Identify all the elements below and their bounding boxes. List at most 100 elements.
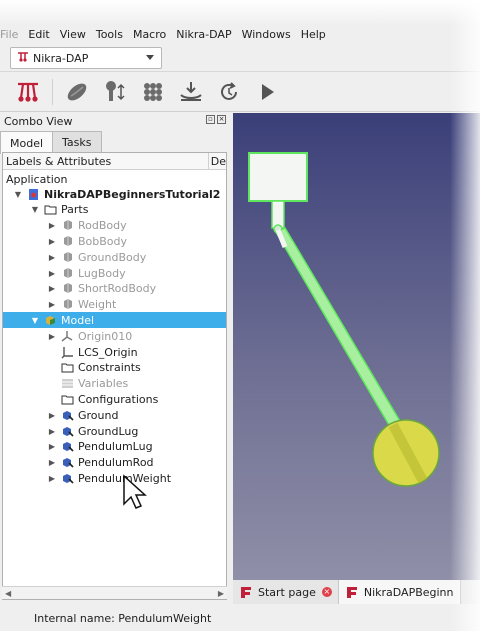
chevron-right-icon[interactable]: ▶ xyxy=(47,411,57,420)
chevron-right-icon[interactable]: ▶ xyxy=(47,269,57,278)
gear-icon xyxy=(60,298,74,312)
close-icon[interactable]: × xyxy=(217,115,226,124)
tree-item-label: GroundLug xyxy=(78,424,139,438)
close-icon[interactable]: × xyxy=(321,587,332,597)
tree-item-label: Configurations xyxy=(78,392,159,406)
tree-item-lugbody[interactable]: ▶ LugBody xyxy=(3,265,226,281)
chevron-right-icon[interactable]: ▶ xyxy=(47,427,57,436)
menu-tools[interactable]: Tools xyxy=(91,28,128,41)
tree-item-label: PendulumLug xyxy=(78,440,153,454)
chevron-right-icon[interactable]: ▶ xyxy=(47,458,57,467)
chevron-right-icon[interactable]: ▶ xyxy=(47,237,57,246)
link-icon xyxy=(60,440,74,454)
reset-icon[interactable] xyxy=(213,76,245,108)
tab-start-page-label: Start page xyxy=(258,585,316,599)
tree-header: Labels & Attributes De xyxy=(3,153,226,170)
chevron-right-icon[interactable]: ▶ xyxy=(47,332,57,341)
tree-item-pendulumrod[interactable]: ▶ PendulumRod xyxy=(3,455,226,471)
menu-bar: File Edit View Tools Macro Nikra-DAP Win… xyxy=(0,24,480,44)
tree-item-pendulumlug[interactable]: ▶ PendulumLug xyxy=(3,439,226,455)
tree-item-configurations[interactable]: Configurations xyxy=(3,391,226,407)
origin-icon xyxy=(60,329,74,343)
scroll-left-icon[interactable]: ◀ xyxy=(5,589,11,598)
menu-help[interactable]: Help xyxy=(296,28,331,41)
tree-horizontal-scrollbar[interactable]: ◀ ▶ xyxy=(2,586,227,599)
tree-item-groundbody[interactable]: ▶ GroundBody xyxy=(3,249,226,265)
chevron-down-icon[interactable]: ▼ xyxy=(30,316,40,325)
tree-item-label: Parts xyxy=(61,203,89,217)
play-icon[interactable] xyxy=(251,76,283,108)
tree-header-labels[interactable]: Labels & Attributes xyxy=(3,153,209,169)
joint-icon[interactable] xyxy=(99,76,131,108)
chevron-right-icon[interactable]: ▶ xyxy=(47,442,57,451)
tree-item-groundlug[interactable]: ▶ GroundLug xyxy=(3,423,226,439)
body-icon[interactable] xyxy=(61,76,93,108)
tree-item-parts[interactable]: ▼ Parts xyxy=(3,202,226,218)
link-icon xyxy=(60,408,74,422)
tree-root-text: Application xyxy=(6,172,68,186)
workbench-selected-label: Nikra-DAP xyxy=(33,51,89,65)
lcs-icon xyxy=(60,345,74,359)
menu-file[interactable]: File xyxy=(0,28,23,41)
tree-item-variables[interactable]: Variables xyxy=(3,376,226,392)
gear-icon xyxy=(60,266,74,280)
tree-item-lcs-origin[interactable]: LCS_Origin xyxy=(3,344,226,360)
chevron-right-icon[interactable]: ▶ xyxy=(47,221,57,230)
float-icon[interactable]: ▫ xyxy=(206,115,215,124)
tree-item-pendulumweight[interactable]: ▶PendulumWeight xyxy=(3,470,226,486)
status-text: Internal name: PendulumWeight xyxy=(34,612,212,625)
tab-document[interactable]: NikraDAPBeginn xyxy=(338,580,461,604)
freecad-icon xyxy=(346,587,357,598)
link-icon xyxy=(60,424,74,438)
chevron-right-icon[interactable]: ▶ xyxy=(47,253,57,262)
tree-item-rodbody[interactable]: ▶ RodBody xyxy=(3,218,226,234)
tree-item-constraints[interactable]: Constraints xyxy=(3,360,226,376)
pendulum-icon[interactable] xyxy=(12,76,44,108)
chevron-right-icon[interactable]: ▶ xyxy=(47,284,57,293)
workbench-row: Nikra-DAP xyxy=(0,44,480,72)
workbench-selector[interactable]: Nikra-DAP xyxy=(10,47,162,69)
ground-icon[interactable] xyxy=(175,76,207,108)
chevron-right-icon[interactable]: ▶ xyxy=(47,474,57,483)
tree-item-label: Origin010 xyxy=(78,329,133,343)
menu-view[interactable]: View xyxy=(55,28,91,41)
tree-header-description[interactable]: De xyxy=(209,153,226,169)
assembly-icon xyxy=(43,313,57,327)
toolbar xyxy=(0,72,480,112)
menu-edit[interactable]: Edit xyxy=(23,28,54,41)
tree-item-model[interactable]: ▼ Model xyxy=(3,312,226,329)
chevron-down-icon[interactable]: ▼ xyxy=(30,205,40,214)
force-icon[interactable] xyxy=(137,76,169,108)
tree-item-label: LCS_Origin xyxy=(78,345,138,359)
tab-model[interactable]: Model xyxy=(0,131,54,154)
combo-view-header: Combo View ▫ × xyxy=(2,113,228,129)
menu-macro[interactable]: Macro xyxy=(128,28,171,41)
combo-view-title: Combo View xyxy=(4,114,73,128)
chevron-down-icon[interactable]: ▼ xyxy=(13,190,23,199)
tree-item-ground[interactable]: ▶ Ground xyxy=(3,407,226,423)
tree-item-bobbody[interactable]: ▶ BobBody xyxy=(3,233,226,249)
tree-item-label: Weight xyxy=(78,298,117,312)
tree-item-weight[interactable]: ▶ Weight xyxy=(3,297,226,313)
document-icon xyxy=(26,187,40,201)
tree-item-label: ShortRodBody xyxy=(78,282,157,296)
tree-item-nikradapbeginnerstutorial2[interactable]: ▼ NikraDAPBeginnersTutorial2 xyxy=(3,186,226,202)
tree-item-label: Constraints xyxy=(78,361,141,375)
chevron-down-icon xyxy=(146,55,154,60)
scroll-right-icon[interactable]: ▶ xyxy=(218,589,224,598)
tree-item-label: PendulumRod xyxy=(78,456,154,470)
menu-nikra-dap[interactable]: Nikra-DAP xyxy=(171,28,236,41)
menu-windows[interactable]: Windows xyxy=(237,28,296,41)
tree-item-label: BobBody xyxy=(78,234,128,248)
3d-viewport[interactable] xyxy=(233,113,480,580)
tree-item-origin010[interactable]: ▶ Origin010 xyxy=(3,328,226,344)
tab-start-page[interactable]: Start page × xyxy=(233,580,339,604)
chevron-right-icon[interactable]: ▶ xyxy=(47,300,57,309)
pendulum-model xyxy=(248,152,440,487)
tree-item-shortrodbody[interactable]: ▶ ShortRodBody xyxy=(3,281,226,297)
tab-tasks[interactable]: Tasks xyxy=(52,131,102,153)
pendulum-icon xyxy=(17,51,29,66)
model-tree: Labels & Attributes De Application ▼ Nikra… xyxy=(2,152,227,600)
tab-document-label: NikraDAPBeginn xyxy=(363,585,454,599)
gear-icon xyxy=(60,219,74,233)
